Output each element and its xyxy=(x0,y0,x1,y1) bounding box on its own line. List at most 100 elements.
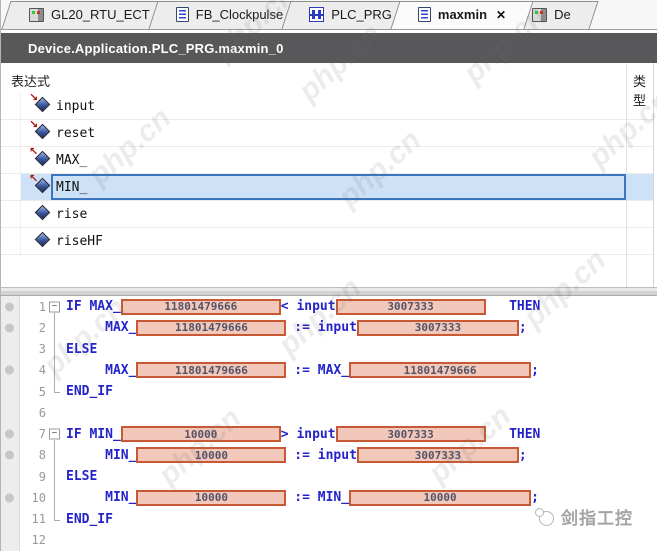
code-text: MIN_ xyxy=(66,448,136,463)
code-content: MIN_10000 := input3007333; xyxy=(66,447,527,463)
statement-bullet-icon[interactable] xyxy=(5,493,14,502)
code-line-3[interactable]: 3ELSE xyxy=(1,339,657,360)
code-text: THEN xyxy=(486,427,541,442)
collapse-icon[interactable]: − xyxy=(49,429,60,440)
local-variable-icon xyxy=(29,203,51,220)
code-text: END_IF xyxy=(66,384,113,399)
statement-bullet-icon[interactable] xyxy=(5,366,14,375)
code-text: ; xyxy=(519,320,527,335)
code-line-9[interactable]: 9ELSE xyxy=(1,466,657,487)
inline-monitor-value[interactable]: 10000 xyxy=(136,447,286,463)
type-cell[interactable] xyxy=(626,201,654,227)
collapse-icon[interactable]: − xyxy=(49,301,60,312)
code-line-6[interactable]: 6 xyxy=(1,402,657,423)
variable-kind-cell: ↘ xyxy=(21,95,51,117)
watch-row-input[interactable]: ↘input xyxy=(1,93,653,120)
type-cell[interactable] xyxy=(626,93,654,119)
close-icon[interactable]: ✕ xyxy=(496,8,506,22)
statement-bullet-icon[interactable] xyxy=(5,323,14,332)
tab-label: maxmin xyxy=(438,7,487,22)
code-text: := input xyxy=(286,320,356,335)
variable-kind-cell xyxy=(21,230,51,252)
statement-bullet-icon[interactable] xyxy=(5,430,14,439)
code-text: ELSE xyxy=(66,469,97,484)
expression-cell[interactable]: reset xyxy=(51,120,626,146)
variable-kind-cell: ↘ xyxy=(21,122,51,144)
code-line-1[interactable]: 1−IF MAX_11801479666< input3007333 THEN xyxy=(1,296,657,317)
fold-column[interactable]: − xyxy=(47,296,66,317)
code-line-2[interactable]: 2 MAX_11801479666 := input3007333; xyxy=(1,317,657,338)
type-cell[interactable] xyxy=(626,120,654,146)
declaration-panel: 表达式 类型 ↘input↘reset↖MAX_↖MIN_riseriseHF xyxy=(1,63,657,287)
row-gutter xyxy=(1,93,21,119)
line-number: 6 xyxy=(1,406,47,420)
column-header-expression[interactable]: 表达式 xyxy=(11,71,50,90)
tab-gl20-rtu-ect[interactable]: GL20_RTU_ECT xyxy=(13,0,166,29)
fold-column xyxy=(47,402,66,423)
type-cell[interactable] xyxy=(626,147,654,173)
inline-monitor-value[interactable]: 3007333 xyxy=(357,447,519,463)
output-variable-icon: ↖ xyxy=(29,176,51,193)
expression-cell[interactable]: MIN_ xyxy=(51,174,626,200)
code-line-4[interactable]: 4 MAX_11801479666 := MAX_11801479666; xyxy=(1,360,657,381)
watch-row-rise[interactable]: rise xyxy=(1,201,653,228)
code-line-11[interactable]: 11END_IF xyxy=(1,509,657,530)
code-line-7[interactable]: 7−IF MIN_10000> input3007333 THEN xyxy=(1,424,657,445)
inline-monitor-value[interactable]: 10000 xyxy=(349,490,531,506)
input-variable-icon: ↘ xyxy=(29,95,51,112)
tab-maxmin[interactable]: maxmin ✕ xyxy=(402,0,522,29)
inline-monitor-value[interactable]: 3007333 xyxy=(336,299,486,315)
variable-kind-cell: ↖ xyxy=(21,149,51,171)
code-line-8[interactable]: 8 MIN_10000 := input3007333; xyxy=(1,445,657,466)
inline-monitor-value[interactable]: 3007333 xyxy=(357,320,519,336)
codesys-window: GL20_RTU_ECTFB_ClockpulsePLC_PRGmaxmin✕D… xyxy=(0,0,657,551)
line-number: 5 xyxy=(1,385,47,399)
fold-column xyxy=(47,360,66,381)
fold-column[interactable]: − xyxy=(47,424,66,445)
code-text: ; xyxy=(531,490,539,505)
output-variable-icon: ↖ xyxy=(29,149,51,166)
code-content: MIN_10000 := MIN_10000; xyxy=(66,490,539,506)
type-cell[interactable] xyxy=(626,174,654,200)
watch-row-max[interactable]: ↖MAX_ xyxy=(1,147,653,174)
inline-monitor-value[interactable]: 3007333 xyxy=(336,426,486,442)
code-text: THEN xyxy=(486,299,541,314)
row-gutter xyxy=(1,174,21,200)
code-line-10[interactable]: 10 MIN_10000 := MIN_10000; xyxy=(1,487,657,508)
tab-fb-clockpulse[interactable]: FB_Clockpulse xyxy=(160,0,299,29)
fold-column xyxy=(47,509,66,530)
inline-monitor-value[interactable]: 11801479666 xyxy=(136,320,286,336)
inline-monitor-value[interactable]: 11801479666 xyxy=(121,299,281,315)
code-content: IF MIN_10000> input3007333 THEN xyxy=(66,426,540,442)
watch-rows: ↘input↘reset↖MAX_↖MIN_riseriseHF xyxy=(1,93,653,255)
expression-cell[interactable]: rise xyxy=(51,201,626,227)
tab-label: GL20_RTU_ECT xyxy=(51,7,150,22)
statement-bullet-icon[interactable] xyxy=(5,451,14,460)
inline-monitor-value[interactable]: 10000 xyxy=(121,426,281,442)
code-content: END_IF xyxy=(66,512,113,527)
type-cell[interactable] xyxy=(626,228,654,254)
code-text: MIN_ xyxy=(66,490,136,505)
expression-cell[interactable]: MAX_ xyxy=(51,147,626,173)
code-content: IF MAX_11801479666< input3007333 THEN xyxy=(66,299,540,315)
expression-cell[interactable]: input xyxy=(51,93,626,119)
code-text: MAX_ xyxy=(66,320,136,335)
pou-document-icon xyxy=(176,7,189,22)
inline-monitor-value[interactable]: 11801479666 xyxy=(136,362,286,378)
panel-splitter[interactable] xyxy=(1,287,657,296)
inline-monitor-value[interactable]: 10000 xyxy=(136,490,286,506)
expression-cell[interactable]: riseHF xyxy=(51,228,626,254)
statement-bullet-icon[interactable] xyxy=(5,302,14,311)
tab-label: FB_Clockpulse xyxy=(196,7,283,22)
watch-row-reset[interactable]: ↘reset xyxy=(1,120,653,147)
code-line-5[interactable]: 5 END_IF xyxy=(1,381,657,402)
watch-row-risehf[interactable]: riseHF xyxy=(1,228,653,255)
row-gutter xyxy=(1,228,21,254)
pou-fbd-icon xyxy=(309,7,324,22)
st-code-editor[interactable]: 1−IF MAX_11801479666< input3007333 THEN2… xyxy=(1,296,657,551)
code-line-12[interactable]: 12 xyxy=(1,530,657,551)
inline-monitor-value[interactable]: 11801479666 xyxy=(349,362,531,378)
code-text: := MIN_ xyxy=(286,490,349,505)
local-variable-icon xyxy=(29,230,51,247)
watch-row-min[interactable]: ↖MIN_ xyxy=(1,174,653,201)
